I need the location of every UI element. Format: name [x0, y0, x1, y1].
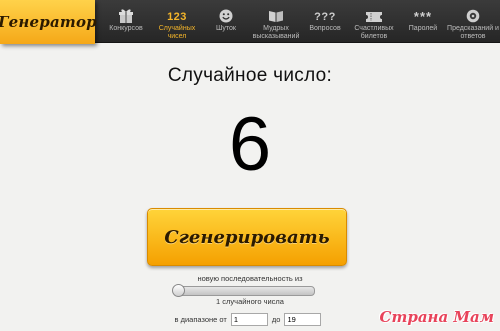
nav-item-predictions[interactable]: Предсказаний и ответов	[446, 0, 500, 42]
nav-label-random-numbers: Случайных чисел	[158, 25, 196, 40]
main-content: Случайное число: 6 Сгенерировать новую п…	[0, 43, 500, 331]
logo-text: Генератор	[0, 13, 97, 31]
nav-menu: Конкурсов 123 Случайных чисел Шуток Мудр…	[100, 0, 500, 42]
count-label: 1 случайного числа	[216, 297, 284, 306]
nav-label-contests: Конкурсов	[109, 25, 143, 32]
generate-button[interactable]: Сгенерировать	[147, 208, 347, 266]
crystal-ball-icon	[466, 3, 480, 23]
nav-item-wise-sayings[interactable]: Мудрых высказываний	[250, 0, 302, 42]
count-slider[interactable]	[172, 284, 315, 297]
nav-label-lucky-tickets: Счастливых билетов	[354, 25, 394, 40]
range-from-label: в диапазоне от	[174, 314, 227, 324]
gift-icon	[119, 3, 133, 23]
nav-item-random-numbers[interactable]: 123 Случайных чисел	[152, 0, 202, 42]
password-icon: ***	[413, 9, 433, 24]
nav-item-questions[interactable]: ??? Вопросов	[302, 0, 348, 42]
nav-label-predictions: Предсказаний и ответов	[447, 25, 499, 40]
slider-handle[interactable]	[172, 284, 185, 297]
random-number-result: 6	[228, 102, 272, 187]
nav-item-passwords[interactable]: *** Паролей	[400, 0, 446, 42]
sequence-label: новую последовательность из	[197, 274, 303, 283]
range-from-input[interactable]	[230, 312, 268, 326]
ticket-icon	[365, 3, 383, 23]
nav-label-passwords: Паролей	[408, 25, 438, 32]
nav-item-jokes[interactable]: Шуток	[202, 0, 250, 42]
range-to-input[interactable]	[284, 312, 322, 326]
numbers-icon: 123	[167, 11, 187, 23]
nav-label-wise-sayings: Мудрых высказываний	[252, 25, 300, 40]
nav-item-lucky-tickets[interactable]: Счастливых билетов	[348, 0, 400, 42]
top-navigation-bar: Генератор Конкурсов 123 Случайных чисел	[0, 0, 500, 44]
question-icon: ???	[314, 11, 336, 23]
smiley-icon	[219, 3, 233, 23]
logo[interactable]: Генератор	[0, 0, 97, 44]
watermark: Страна Мам	[379, 308, 494, 326]
nav-item-contests[interactable]: Конкурсов	[100, 0, 152, 42]
generate-button-label: Сгенерировать	[164, 226, 330, 248]
nav-label-questions: Вопросов	[309, 25, 341, 32]
nav-label-jokes: Шуток	[216, 25, 236, 32]
book-icon	[268, 3, 284, 23]
page-title: Случайное число:	[167, 65, 333, 86]
range-to-label: до	[271, 314, 281, 324]
